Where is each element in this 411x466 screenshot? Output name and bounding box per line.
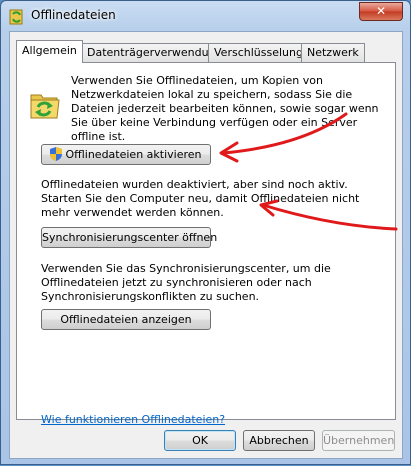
tab-datentraegerverwendung[interactable]: Datenträgerverwendung bbox=[81, 43, 229, 62]
general-tab-panel: Verwenden Sie Offlinedateien, um Kopien … bbox=[16, 62, 396, 426]
sync-folder-icon bbox=[30, 94, 60, 119]
apply-button[interactable]: Übernehmen bbox=[322, 430, 395, 451]
window-title: Offlinedateien bbox=[31, 8, 116, 22]
activate-offline-files-button[interactable]: Offlinedateien aktivieren bbox=[41, 144, 211, 165]
open-sync-center-button[interactable]: Synchronisierungscenter öffnen bbox=[41, 227, 217, 248]
tab-allgemein[interactable]: Allgemein bbox=[16, 40, 83, 63]
uac-shield-icon bbox=[50, 147, 63, 161]
sync-folder-icon bbox=[9, 9, 23, 25]
sync-info-text: Verwenden Sie das Synchronisierungscente… bbox=[41, 262, 331, 303]
tab-verschluesselung[interactable]: Verschlüsselung bbox=[208, 43, 309, 62]
cancel-button[interactable]: Abbrechen bbox=[243, 430, 315, 451]
dialog-body: Allgemein Datenträgerverwendung Verschlü… bbox=[9, 31, 403, 459]
offline-files-dialog: Offlinedateien ✕ Allgemein Datenträgerve… bbox=[0, 0, 411, 465]
title-bar[interactable]: Offlinedateien ✕ bbox=[1, 1, 410, 31]
ok-button[interactable]: OK bbox=[164, 430, 236, 451]
status-text: Offlinedateien wurden deaktiviert, aber … bbox=[41, 178, 360, 219]
help-link[interactable]: Wie funktionieren Offlinedateien? bbox=[41, 413, 225, 426]
tab-netzwerk[interactable]: Netzwerk bbox=[301, 43, 365, 62]
show-offline-files-button[interactable]: Offlinedateien anzeigen bbox=[41, 309, 211, 330]
close-button[interactable]: ✕ bbox=[359, 2, 403, 21]
intro-text: Verwenden Sie Offlinedateien, um Kopien … bbox=[71, 74, 379, 143]
activate-button-label: Offlinedateien aktivieren bbox=[65, 148, 202, 161]
